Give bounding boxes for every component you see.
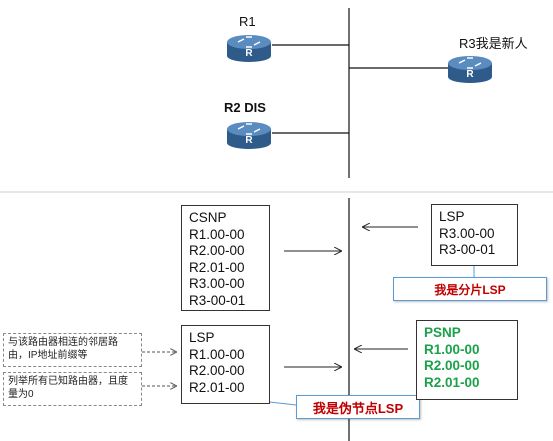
lsp-r2-title: LSP	[189, 330, 215, 345]
csnp-box: CSNP R1.00-00 R2.00-00 R2.01-00 R3.00-00…	[181, 205, 270, 311]
lsp-r3-entry: R3-00-01	[439, 242, 496, 258]
csnp-entry: R2.01-00	[189, 259, 245, 275]
psnp-entry: R1.00-00	[424, 341, 480, 357]
lsp-r2-entry: R1.00-00	[189, 346, 245, 362]
lsp-r3-entry: R3.00-00	[439, 225, 495, 241]
svg-text:R: R	[245, 48, 253, 59]
router-r1-icon: R	[226, 33, 272, 63]
router-r2-icon: R	[226, 120, 272, 150]
lsp-r3-title: LSP	[439, 209, 465, 224]
callout-pseudonode-lsp: 我是伪节点LSP	[296, 395, 420, 419]
lsp-r2-entry: R2.00-00	[189, 363, 245, 379]
router-r2-label: R2 DIS	[224, 100, 266, 115]
svg-text:R: R	[466, 69, 474, 80]
csnp-title: CSNP	[189, 210, 227, 225]
callout-fragment-lsp: 我是分片LSP	[393, 277, 547, 301]
router-r3-label: R3我是新人	[459, 36, 528, 51]
psnp-entry: R2.01-00	[424, 374, 480, 390]
router-r3-icon: R	[447, 54, 493, 84]
csnp-entry: R1.00-00	[189, 226, 245, 242]
svg-text:R: R	[245, 135, 253, 146]
lsp-r2-entry: R2.01-00	[189, 379, 245, 395]
note-all-routers: 列举所有已知路由器，且度量为0	[3, 372, 142, 406]
lsp-r3-box: LSP R3.00-00 R3-00-01	[431, 204, 518, 266]
psnp-title: PSNP	[424, 325, 461, 340]
csnp-entry: R3.00-00	[189, 276, 245, 292]
csnp-entry: R2.00-00	[189, 243, 245, 259]
psnp-box: PSNP R1.00-00 R2.00-00 R2.01-00	[416, 320, 518, 400]
psnp-entry: R2.00-00	[424, 358, 480, 374]
note-neighbors: 与该路由器相连的邻居路由，IP地址前缀等	[3, 333, 142, 367]
csnp-entry: R3-00-01	[189, 292, 246, 308]
router-r1-label: R1	[239, 14, 256, 29]
lsp-r2-box: LSP R1.00-00 R2.00-00 R2.01-00	[181, 325, 270, 404]
